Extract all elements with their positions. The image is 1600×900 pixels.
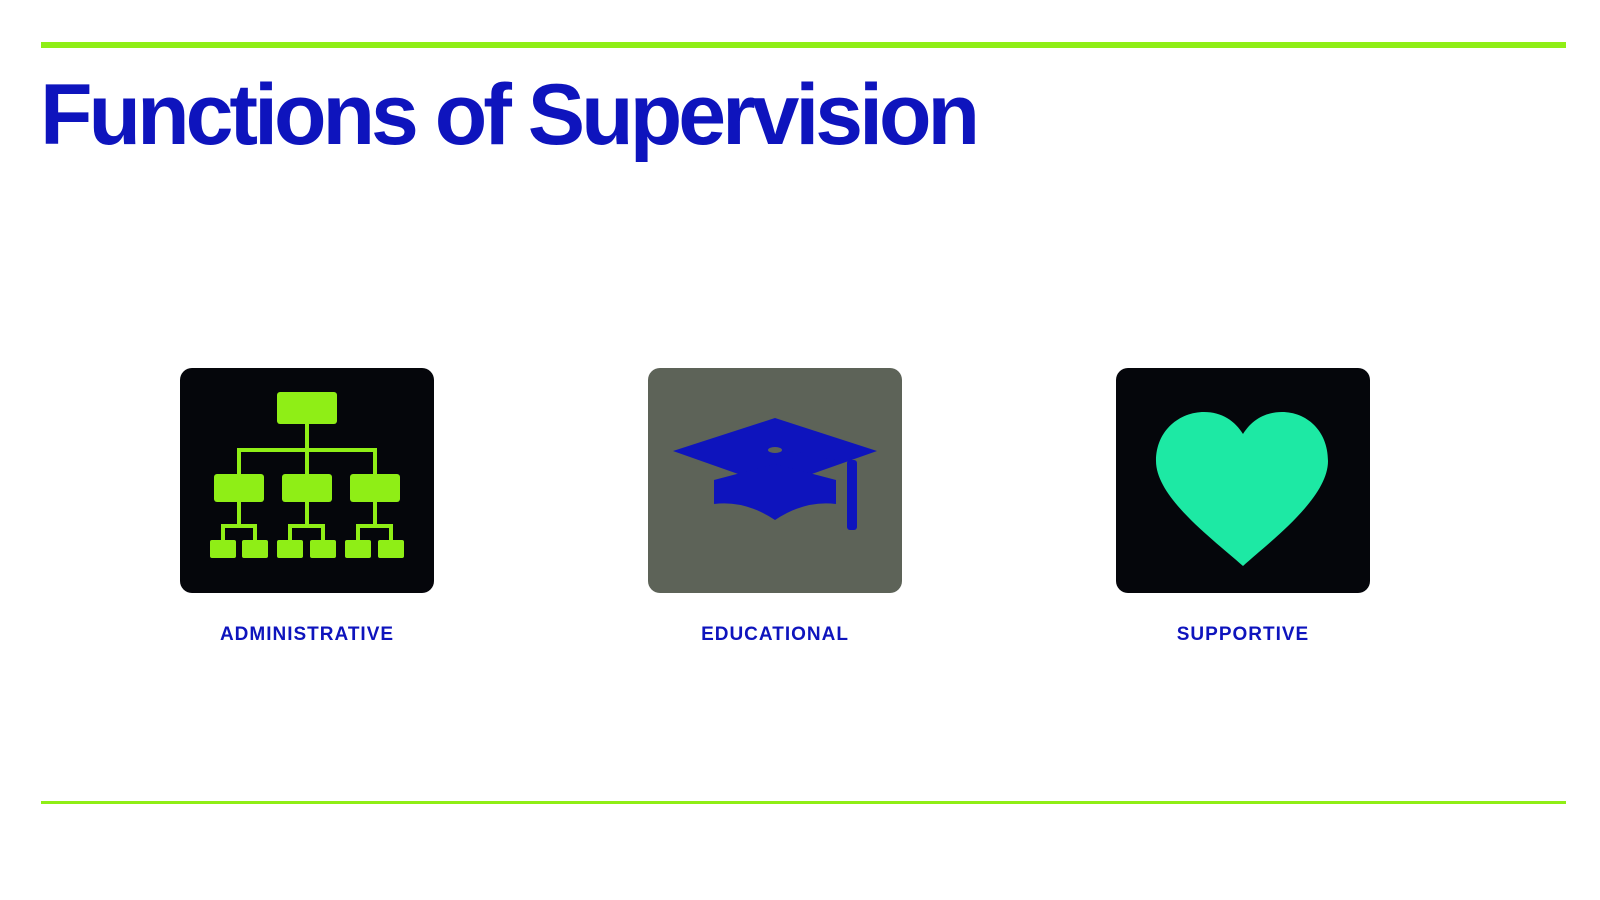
educational-card — [648, 368, 902, 593]
top-divider — [41, 42, 1566, 48]
bottom-divider — [41, 801, 1566, 804]
educational-label: EDUCATIONAL — [701, 624, 849, 645]
org-chart-icon — [210, 392, 404, 558]
supportive-label: SUPPORTIVE — [1176, 624, 1310, 645]
administrative-label: ADMINISTRATIVE — [219, 624, 395, 645]
supportive-card — [1116, 368, 1370, 593]
administrative-card — [180, 368, 434, 593]
graduation-cap-icon — [673, 418, 877, 530]
slide-title: Functions of Supervision — [40, 67, 980, 163]
heart-icon — [1156, 412, 1328, 566]
